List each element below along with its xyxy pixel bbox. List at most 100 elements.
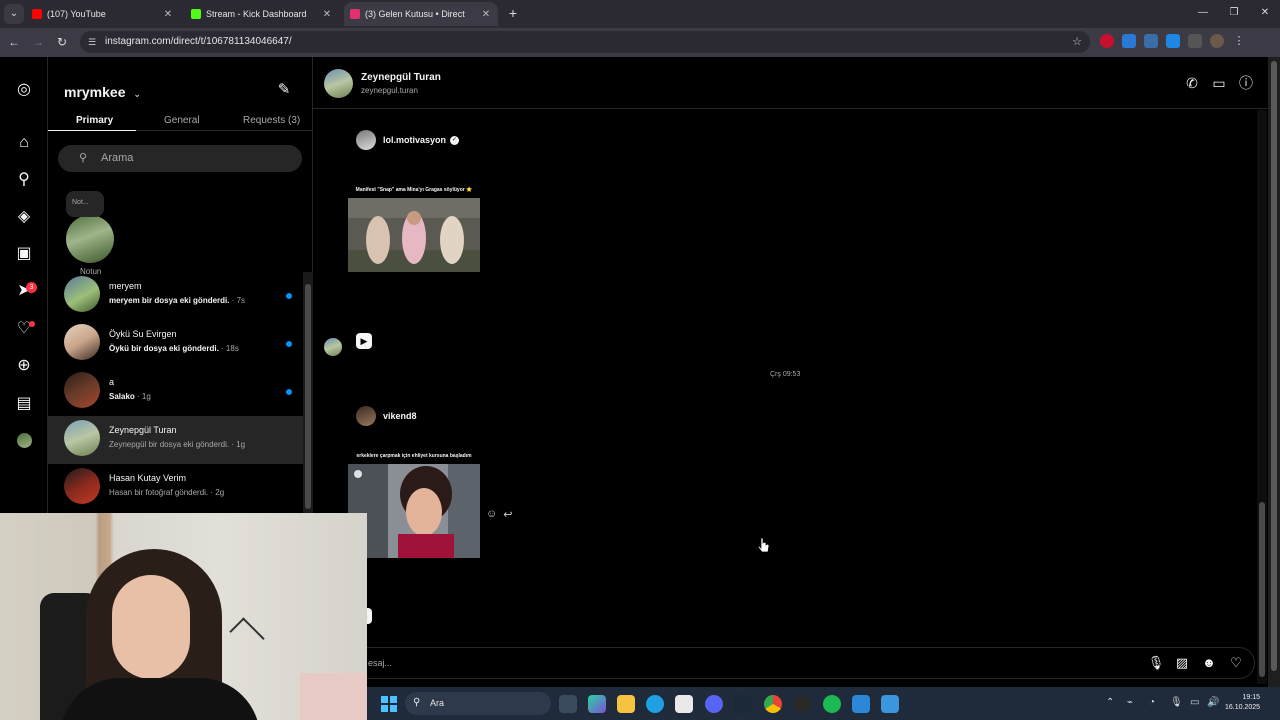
- edge-icon[interactable]: [646, 695, 664, 713]
- tab-requests[interactable]: Requests (3): [243, 115, 300, 126]
- compose-icon[interactable]: ✎: [275, 81, 293, 99]
- extension-icon[interactable]: [1100, 34, 1114, 48]
- extension-icon[interactable]: [1144, 34, 1158, 48]
- heart-icon[interactable]: ♡: [1227, 654, 1245, 672]
- sticker-icon[interactable]: ☻: [1200, 654, 1218, 672]
- search-icon[interactable]: ⚲: [14, 170, 34, 190]
- kebab-menu-icon[interactable]: ⋮: [1232, 34, 1246, 48]
- phone-icon[interactable]: ✆: [1183, 74, 1201, 92]
- preview-time: · 2g: [208, 488, 225, 497]
- app-icon[interactable]: [852, 695, 870, 713]
- scrollbar-thumb[interactable]: [1259, 502, 1265, 677]
- site-info-icon[interactable]: ☰: [88, 37, 98, 47]
- app-tray-icon[interactable]: ◔: [1149, 697, 1155, 708]
- back-button[interactable]: ←: [6, 34, 22, 50]
- your-note[interactable]: Not... Notun: [64, 191, 118, 277]
- search-input[interactable]: ⚲ Arama: [58, 145, 302, 172]
- list-item[interactable]: Öykü Su Evirgen Öykü bir dosya eki gönde…: [48, 320, 313, 368]
- avatar[interactable]: [324, 69, 353, 98]
- app-icon[interactable]: [881, 695, 899, 713]
- obs-icon[interactable]: [793, 695, 811, 713]
- list-item[interactable]: meryem meryem bir dosya eki gönderdi. · …: [48, 272, 313, 320]
- new-tab-button[interactable]: +: [505, 5, 521, 21]
- address-bar[interactable]: ☰ instagram.com/direct/t/106781134046647…: [80, 31, 1090, 53]
- list-item[interactable]: a Salako · 1g: [48, 368, 313, 416]
- file-explorer-icon[interactable]: [617, 695, 635, 713]
- tab-kick[interactable]: Stream - Kick Dashboard ✕: [185, 2, 339, 26]
- create-icon[interactable]: ⊕: [14, 356, 34, 376]
- dashboard-icon[interactable]: ▤: [14, 394, 34, 414]
- microphone-icon[interactable]: 🎙: [1170, 697, 1183, 708]
- close-icon[interactable]: ✕: [321, 9, 333, 20]
- tab-primary[interactable]: Primary: [76, 115, 113, 126]
- url-text[interactable]: instagram.com/direct/t/106781134046647/: [105, 36, 292, 47]
- system-clock[interactable]: 19:15 16.10.2025: [1225, 693, 1260, 713]
- tab-youtube[interactable]: (107) YouTube ✕: [26, 2, 180, 26]
- chat-contact-name[interactable]: Zeynepgül Turan: [361, 72, 441, 83]
- extensions-puzzle-icon[interactable]: [1188, 34, 1202, 48]
- shared-post-author[interactable]: lol.motivasyon ✓: [356, 130, 460, 150]
- extension-icon[interactable]: [1122, 34, 1136, 48]
- close-icon[interactable]: ✕: [480, 9, 492, 20]
- task-view-icon[interactable]: [559, 695, 577, 713]
- restore-button[interactable]: ❐: [1224, 5, 1244, 21]
- copilot-icon[interactable]: [588, 695, 606, 713]
- search-icon: ⚲: [79, 152, 88, 164]
- spotify-icon[interactable]: [823, 695, 841, 713]
- account-switcher[interactable]: mrymkee ⌄: [64, 84, 141, 100]
- unread-dot: [286, 389, 292, 395]
- preview-text: Salako: [109, 392, 135, 401]
- display-icon[interactable]: ▭: [1190, 697, 1199, 708]
- list-item[interactable]: Hasan Kutay Verim Hasan bir fotoğraf gön…: [48, 464, 313, 512]
- bookmark-star-icon[interactable]: ☆: [1072, 35, 1082, 48]
- close-icon[interactable]: ✕: [162, 9, 174, 20]
- shared-reel-card[interactable]: erkeklere çarpmak için ehliyet kursuna b…: [348, 453, 480, 563]
- explore-icon[interactable]: ◈: [14, 207, 34, 227]
- info-icon[interactable]: ⓘ: [1237, 74, 1255, 92]
- chevron-up-icon[interactable]: ⌃: [1106, 697, 1114, 708]
- emoji-react-icon[interactable]: ☺: [486, 508, 497, 521]
- steam-icon[interactable]: [734, 695, 752, 713]
- taskbar-search-placeholder: Ara: [430, 698, 445, 708]
- taskbar-search[interactable]: ⚲ Ara: [405, 692, 551, 715]
- discord-icon[interactable]: [705, 695, 723, 713]
- youtube-icon: [32, 9, 42, 19]
- note-bubble[interactable]: Not...: [66, 191, 104, 217]
- chat-scrollbar[interactable]: [1257, 110, 1267, 684]
- reply-icon[interactable]: ↩: [503, 508, 512, 521]
- image-icon[interactable]: ▨: [1173, 654, 1191, 672]
- reel-icon[interactable]: ▶: [356, 333, 372, 349]
- video-call-icon[interactable]: ▭: [1210, 74, 1228, 92]
- profile-avatar[interactable]: [14, 431, 34, 451]
- close-window-button[interactable]: ✕: [1255, 5, 1275, 21]
- message-input[interactable]: esaj... 🎙 ▨ ☻ ♡: [353, 647, 1255, 679]
- conversation-scrollbar[interactable]: [303, 272, 313, 514]
- browser-toolbar: ← → ↻ ☰ instagram.com/direct/t/106781134…: [0, 28, 1280, 57]
- shared-post-author[interactable]: vikend8: [356, 406, 417, 426]
- minimize-button[interactable]: —: [1193, 5, 1213, 21]
- tab-search-chevron-icon[interactable]: ⌄: [4, 4, 24, 24]
- webcam-overlay: [0, 513, 367, 720]
- reels-icon[interactable]: ▣: [14, 244, 34, 264]
- volume-icon[interactable]: 🔊: [1207, 697, 1219, 708]
- shared-reel-card[interactable]: Manifest "Snap" ama Mina'yı Gragas söylü…: [348, 187, 480, 277]
- microphone-icon[interactable]: 🎙: [1147, 654, 1165, 672]
- tab-general[interactable]: General: [164, 115, 200, 126]
- network-icon[interactable]: ⌁: [1127, 697, 1133, 708]
- chrome-icon[interactable]: [764, 695, 782, 713]
- scrollbar-thumb[interactable]: [305, 284, 311, 509]
- store-icon[interactable]: [675, 695, 693, 713]
- home-icon[interactable]: ⌂: [14, 133, 34, 153]
- reload-button[interactable]: ↻: [54, 34, 70, 50]
- windows-start-icon[interactable]: [381, 696, 397, 712]
- avatar: [64, 324, 100, 360]
- instagram-logo-icon[interactable]: ◎: [14, 80, 34, 100]
- avatar[interactable]: [324, 338, 342, 356]
- forward-button[interactable]: →: [30, 34, 46, 50]
- tab-instagram[interactable]: (3) Gelen Kutusu • Direct ✕: [344, 2, 498, 26]
- profile-avatar[interactable]: [1210, 34, 1224, 48]
- page-scrollbar[interactable]: [1268, 57, 1280, 687]
- extension-icon[interactable]: [1166, 34, 1180, 48]
- scrollbar-thumb[interactable]: [1271, 61, 1277, 671]
- list-item[interactable]: Zeynepgül Turan Zeynepgül bir dosya eki …: [48, 416, 313, 464]
